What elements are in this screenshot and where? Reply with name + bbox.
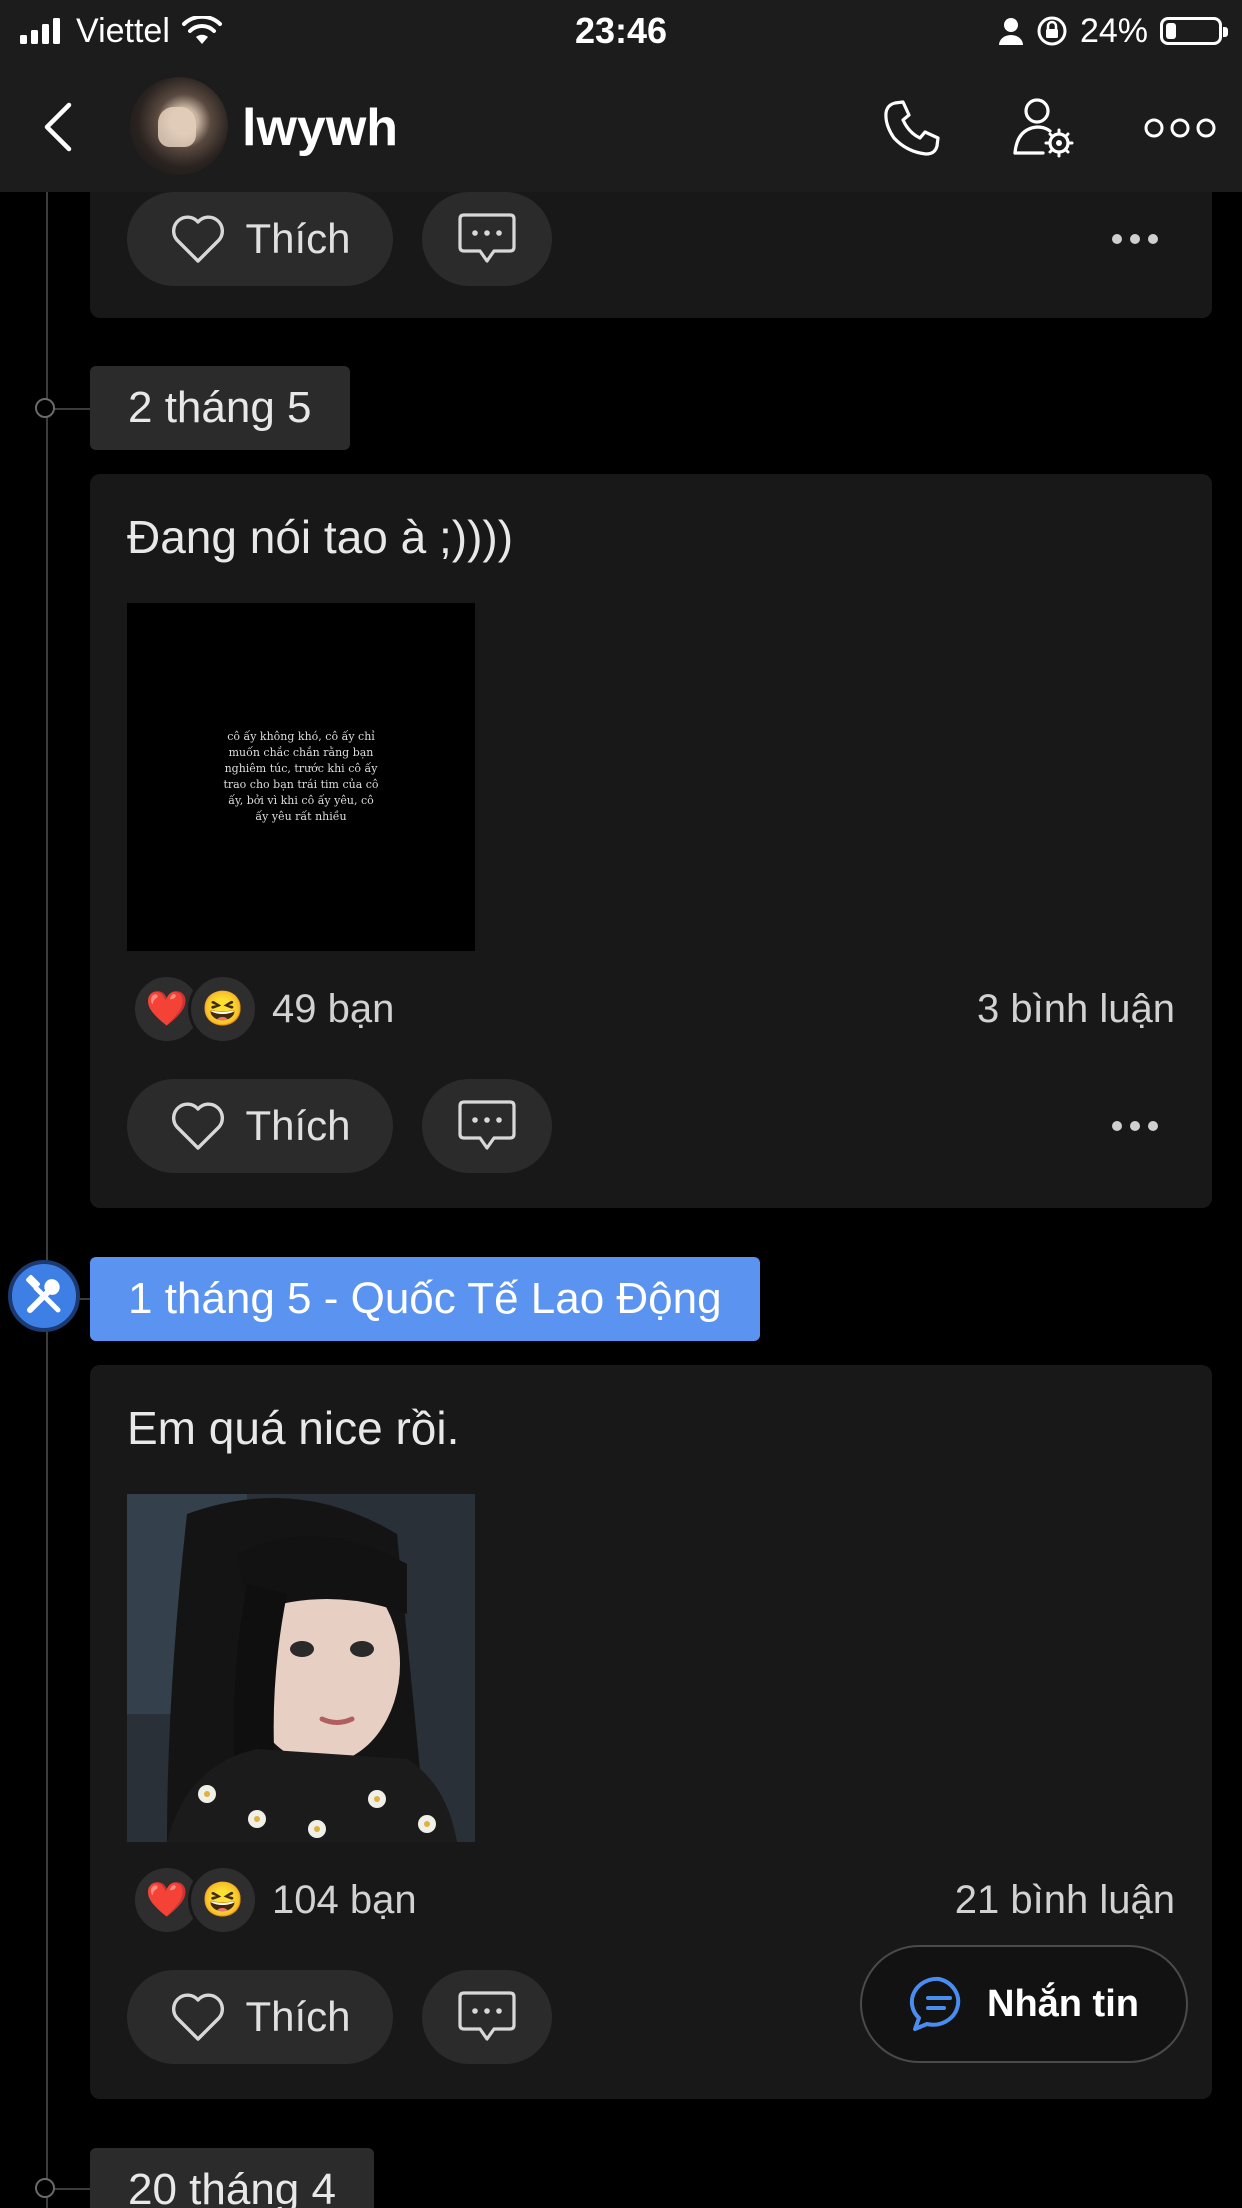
like-label: Thích [245, 215, 351, 262]
reactions-summary[interactable]: ❤️ 😆 49 bạn [132, 974, 394, 1044]
comment-button[interactable] [422, 1079, 552, 1173]
battery-icon [1160, 17, 1228, 45]
image-caption: cô ấy không khó, cô ấy chỉ muốn chắc chắ… [223, 730, 379, 823]
comment-icon [458, 213, 516, 263]
user-gear-icon [1013, 98, 1074, 158]
status-right: 24% [998, 8, 1228, 54]
date-label-holiday: 1 tháng 5 - Quốc Tế Lao Động [90, 1257, 760, 1341]
like-button[interactable]: Thích [127, 1079, 393, 1173]
rotation-lock-icon [1037, 16, 1067, 46]
message-button[interactable]: Nhắn tin [860, 1945, 1188, 2063]
message-label: Nhắn tin [987, 1982, 1139, 2025]
heart-icon [172, 215, 225, 263]
post-card: Đang nói tao à ;)))) cô ấy không khó, cô… [90, 474, 1212, 1208]
timeline-node [35, 2178, 55, 2198]
profile-name[interactable]: lwywh [242, 98, 398, 158]
comment-count[interactable]: 3 bình luận [977, 974, 1175, 1044]
chat-header: lwywh [0, 62, 1242, 192]
comment-count[interactable]: 21 bình luận [955, 1865, 1175, 1935]
back-button[interactable] [28, 92, 88, 162]
phone-icon [884, 100, 940, 156]
timeline-node [35, 398, 55, 418]
comment-button[interactable] [422, 1970, 552, 2064]
heart-icon [172, 1993, 225, 2041]
timeline-line [46, 192, 48, 2208]
like-button[interactable]: Thích [127, 1970, 393, 2064]
like-label: Thích [245, 1102, 351, 1149]
battery-percent: 24% [1079, 11, 1148, 50]
status-bar: Viettel 23:46 24% [0, 0, 1242, 62]
post-text: Đang nói tao à ;)))) [127, 511, 514, 563]
reaction-count: 49 bạn [272, 986, 395, 1031]
tools-icon [8, 1260, 80, 1332]
comment-button[interactable] [422, 192, 552, 286]
post-text: Em quá nice rồi. [127, 1402, 460, 1454]
like-label: Thích [245, 1993, 351, 2040]
laugh-reaction-icon: 😆 [188, 1865, 258, 1935]
laugh-reaction-icon: 😆 [188, 974, 258, 1044]
portrait-photo [127, 1494, 475, 1842]
chevron-left-icon [44, 102, 72, 152]
date-label: 20 tháng 4 [90, 2148, 374, 2208]
call-button[interactable] [876, 92, 948, 164]
post-image[interactable]: cô ấy không khó, cô ấy chỉ muốn chắc chắ… [127, 603, 475, 951]
comment-icon [458, 1100, 516, 1150]
heart-icon [172, 1102, 225, 1150]
post-image[interactable] [127, 1494, 475, 1842]
post-more-button[interactable] [1095, 192, 1175, 286]
date-label: 2 tháng 5 [90, 366, 350, 450]
more-horizontal-icon [1144, 118, 1216, 138]
profile-settings-button[interactable] [1008, 92, 1080, 164]
comment-icon [458, 1991, 516, 2041]
post-more-button[interactable] [1095, 1079, 1175, 1173]
post-card-partial: Thích [90, 192, 1212, 318]
chat-bubble-icon [909, 1976, 961, 2031]
reaction-count: 104 bạn [272, 1877, 417, 1922]
person-icon [998, 18, 1023, 45]
more-options-button[interactable] [1140, 92, 1220, 164]
avatar[interactable] [130, 77, 228, 175]
like-button[interactable]: Thích [127, 192, 393, 286]
reactions-summary[interactable]: ❤️ 😆 104 bạn [132, 1865, 417, 1935]
